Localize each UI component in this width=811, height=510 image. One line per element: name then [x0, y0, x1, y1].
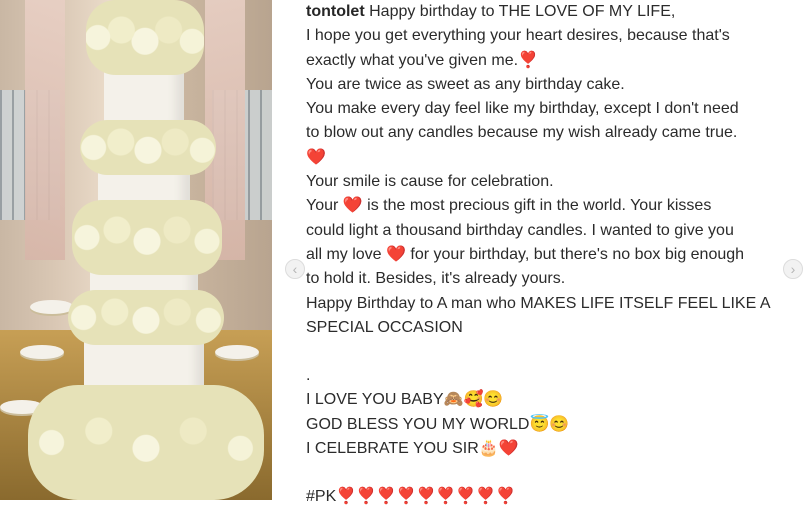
caption-text: exactly what you've given me.	[306, 51, 519, 69]
flower-ring	[80, 120, 216, 175]
hashtag-link[interactable]: #PK	[306, 488, 336, 505]
heart-emoji: ❤️	[342, 197, 363, 215]
caption-line: You are twice as sweet as any birthday c…	[306, 75, 625, 93]
caption-line: exactly what you've given me.❣️	[306, 49, 811, 73]
heart-exclamation-emoji: ❣️	[518, 51, 538, 69]
caption-text: Happy birthday to THE LOVE OF MY LIFE,	[369, 3, 676, 20]
wedding-cake	[28, 0, 264, 500]
carousel-prev-button[interactable]: ‹	[285, 259, 305, 279]
caption-line: tontolet Happy birthday to THE LOVE OF M…	[306, 0, 811, 24]
caption-spacer	[306, 340, 811, 364]
flower-ring	[68, 290, 224, 345]
caption-line: to blow out any candles because my wish …	[306, 124, 738, 142]
table-plate	[20, 345, 64, 359]
blush-emoji: 😊	[483, 391, 504, 409]
background-curtain	[25, 0, 65, 260]
heart-emoji: ❤️	[386, 245, 406, 263]
caption-line: Happy Birthday to A man who MAKES LIFE I…	[306, 294, 771, 312]
flower-ring	[86, 0, 204, 75]
caption-line: .	[306, 367, 311, 385]
blush-emoji: 😊	[549, 415, 570, 433]
halo-emoji: 😇	[529, 415, 550, 433]
caption-line: GOD BLESS YOU MY WORLD😇😊	[306, 413, 811, 437]
caption-line: to hold it. Besides, it's already yours.	[306, 270, 566, 288]
caption-line: I LOVE YOU BABY🙈🥰😊	[306, 388, 811, 412]
caption-text: Your	[306, 197, 339, 215]
caption-text: for your birthday, but there's no box bi…	[410, 245, 745, 263]
smiling-face-hearts-emoji: 🥰	[463, 391, 484, 409]
see-no-evil-monkey-emoji: 🙈	[443, 391, 464, 409]
flower-ring	[72, 200, 222, 275]
caption-line: I CELEBRATE YOU SIR🎂❤️	[306, 437, 811, 461]
panel-divider	[272, 0, 300, 510]
post-caption: tontolet Happy birthday to THE LOVE OF M…	[306, 0, 811, 510]
caption-line: I hope you get everything your heart des…	[306, 27, 730, 45]
caption-text: GOD BLESS YOU MY WORLD	[306, 415, 530, 433]
caption-text: I LOVE YOU BABY	[306, 391, 444, 409]
flower-ring	[28, 385, 264, 500]
caption-line: Your ❤️ is the most precious gift in the…	[306, 194, 811, 218]
table-plate	[215, 345, 259, 359]
caption-text: all my love	[306, 245, 382, 263]
caption-line: Your smile is cause for celebration.	[306, 173, 554, 191]
heart-emoji: ❤️	[498, 440, 519, 458]
caption-text: is the most precious gift in the world. …	[367, 197, 712, 215]
heart-exclamation-emojis: ❣️❣️❣️❣️❣️❣️❣️❣️❣️	[336, 488, 516, 506]
birthday-cake-emoji: 🎂	[478, 440, 499, 458]
caption-line: could light a thousand birthday candles.…	[306, 221, 734, 239]
username-link[interactable]: tontolet	[306, 3, 365, 20]
post-photo[interactable]	[0, 0, 272, 500]
caption-spacer	[306, 461, 811, 485]
caption-line: SPECIAL OCCASION	[306, 318, 463, 336]
heart-emoji: ❤️	[306, 148, 326, 166]
caption-line: all my love ❤️ for your birthday, but th…	[306, 243, 811, 267]
caption-line: You make every day feel like my birthday…	[306, 100, 739, 118]
caption-line: #PK❣️❣️❣️❣️❣️❣️❣️❣️❣️	[306, 485, 811, 509]
caption-line: ❤️	[306, 146, 811, 170]
caption-text: I CELEBRATE YOU SIR	[306, 440, 479, 458]
